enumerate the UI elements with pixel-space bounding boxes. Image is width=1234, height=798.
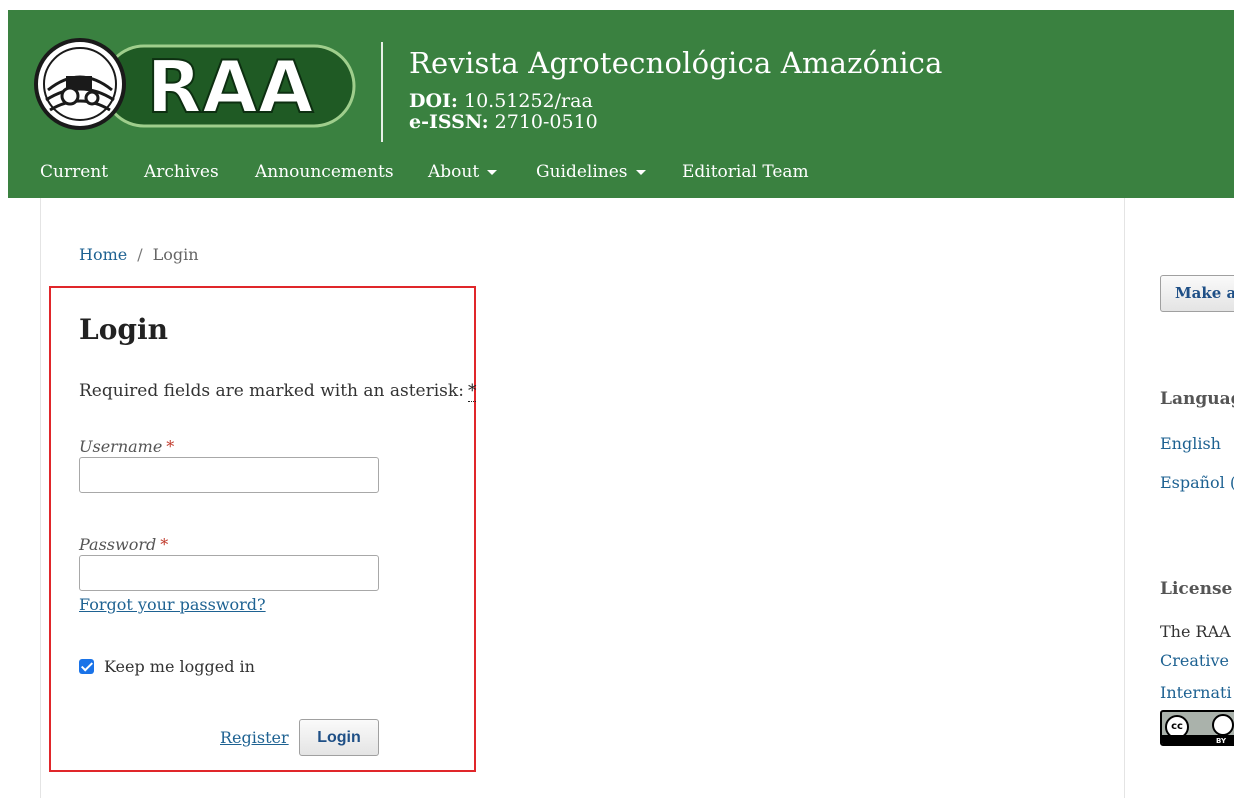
- language-espanol-link[interactable]: Español (: [1160, 473, 1234, 492]
- license-link-international[interactable]: Internati: [1160, 683, 1232, 702]
- main-nav: Current Archives Announcements About Gui…: [8, 158, 908, 188]
- doi-line: DOI: 10.51252/raa: [409, 90, 593, 112]
- forgot-password-link[interactable]: Forgot your password?: [79, 595, 266, 614]
- password-label: Password *: [79, 535, 168, 554]
- page-top-margin: [0, 0, 1234, 10]
- attribution-icon: [1212, 714, 1234, 736]
- make-submission-button[interactable]: Make a: [1160, 275, 1234, 312]
- breadcrumb: Home / Login: [79, 245, 199, 264]
- nav-guidelines[interactable]: Guidelines: [536, 162, 646, 182]
- issn-line: e-ISSN: 2710-0510: [409, 111, 598, 133]
- login-button[interactable]: Login: [299, 719, 379, 756]
- breadcrumb-home-link[interactable]: Home: [79, 245, 127, 264]
- raa-logo-icon[interactable]: RAA: [34, 34, 356, 134]
- keep-logged-in-label: Keep me logged in: [104, 657, 255, 676]
- content-border-left: [40, 198, 41, 798]
- required-asterisk: *: [467, 381, 477, 402]
- username-label: Username *: [79, 437, 174, 456]
- password-label-text: Password: [79, 535, 157, 554]
- username-input[interactable]: [79, 457, 379, 493]
- page-title: Login: [79, 313, 168, 346]
- language-heading: Languag: [1160, 389, 1234, 409]
- site-header: RAA Revista Agrotecnológica Amazónica DO…: [8, 10, 1234, 198]
- license-heading: License: [1160, 579, 1233, 599]
- password-required-mark: *: [160, 535, 169, 554]
- nav-archives[interactable]: Archives: [144, 162, 219, 182]
- nav-about-label: About: [428, 162, 480, 182]
- login-form-highlight: [49, 286, 476, 772]
- nav-editorial-team[interactable]: Editorial Team: [682, 162, 809, 182]
- license-text: The RAA: [1160, 622, 1231, 641]
- license-link-creative[interactable]: Creative: [1160, 651, 1229, 670]
- nav-guidelines-label: Guidelines: [536, 162, 628, 182]
- required-note-text: Required fields are marked with an aster…: [79, 381, 464, 401]
- cc-by-license-icon[interactable]: cc BY: [1160, 710, 1234, 746]
- doi-value: 10.51252/raa: [463, 90, 593, 112]
- journal-title[interactable]: Revista Agrotecnológica Amazónica: [409, 46, 943, 80]
- username-required-mark: *: [166, 437, 175, 456]
- register-link[interactable]: Register: [220, 728, 289, 747]
- brand-divider: [381, 42, 383, 142]
- logo-text: RAA: [147, 45, 314, 129]
- username-label-text: Username: [79, 437, 163, 456]
- keep-logged-in-row[interactable]: Keep me logged in: [79, 657, 255, 676]
- caret-down-icon: [487, 170, 498, 175]
- caret-down-icon: [635, 170, 646, 175]
- nav-announcements[interactable]: Announcements: [255, 162, 394, 182]
- keep-logged-in-checkbox[interactable]: [79, 659, 94, 674]
- issn-label: e-ISSN:: [409, 111, 489, 133]
- language-english-link[interactable]: English: [1160, 434, 1221, 453]
- issn-value: 2710-0510: [494, 111, 598, 133]
- breadcrumb-separator: /: [137, 245, 143, 264]
- doi-label: DOI:: [409, 90, 458, 112]
- badge-by-text: BY: [1216, 737, 1227, 745]
- nav-about[interactable]: About: [428, 162, 498, 182]
- required-fields-note: Required fields are marked with an aster…: [79, 381, 477, 402]
- breadcrumb-current: Login: [152, 245, 199, 264]
- content-border-right: [1124, 198, 1125, 798]
- password-input[interactable]: [79, 555, 379, 591]
- nav-current[interactable]: Current: [40, 162, 108, 182]
